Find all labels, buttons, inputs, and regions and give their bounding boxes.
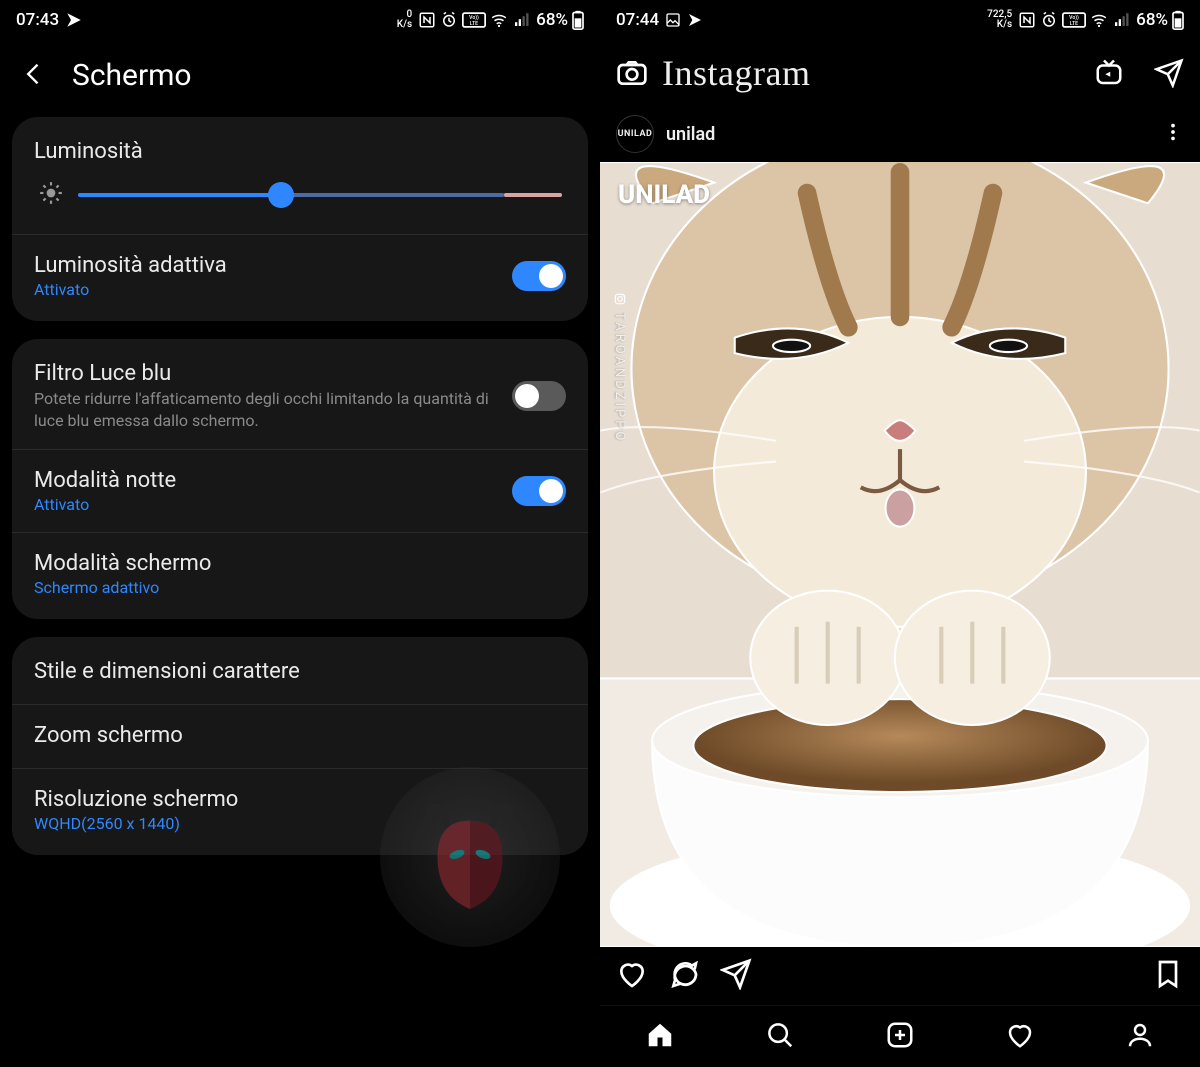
screen-mode-row[interactable]: Modalità schermo Schermo adattivo [12, 532, 588, 615]
post-credit-overlay: TAROANDZIPPO [612, 292, 627, 443]
share-button[interactable] [720, 958, 752, 994]
camera-button[interactable] [616, 57, 648, 89]
settings-header: Schermo [0, 40, 600, 117]
night-mode-row[interactable]: Modalità notte Attivato [12, 449, 588, 532]
brightness-card: Luminosità Luminosità adattiva Attivato [12, 117, 588, 321]
alarm-icon [440, 11, 458, 29]
alarm-icon [1040, 11, 1058, 29]
avatar[interactable]: UNILAD [616, 115, 654, 153]
screen-mode-value: Schermo adattivo [34, 578, 566, 597]
status-time: 07:43 [16, 10, 59, 30]
nav-activity[interactable] [1005, 1020, 1035, 1054]
svg-text:Vo)): Vo)) [1069, 14, 1079, 21]
screen-mode-title: Modalità schermo [34, 551, 566, 576]
adaptive-brightness-status: Attivato [34, 280, 498, 299]
status-battery-pct: 68% [1136, 10, 1168, 30]
status-network-speed: 722,5K/s [987, 10, 1012, 30]
instagram-screen: 07:44 722,5K/s Vo))LTE 68% Instagram [600, 0, 1200, 1067]
direct-message-button[interactable] [1154, 58, 1184, 88]
status-bar: 07:44 722,5K/s Vo))LTE 68% [600, 0, 1200, 40]
screen-zoom-title: Zoom schermo [34, 723, 183, 748]
post-brand-overlay: UNILAD [618, 180, 710, 210]
page-title: Schermo [72, 58, 192, 93]
back-button[interactable] [20, 60, 48, 92]
signal-icon [1112, 11, 1130, 29]
settings-screen: 07:43 0K/s Vo))LTE 68% Schermo Luminosit… [0, 0, 600, 1067]
font-zoom-card: Stile e dimensioni carattere Zoom scherm… [12, 637, 588, 855]
bottom-nav [600, 1005, 1200, 1067]
post-username[interactable]: unilad [666, 124, 715, 145]
status-network-speed: 0K/s [397, 10, 412, 30]
nfc-icon [1018, 11, 1036, 29]
instagram-header: Instagram [600, 40, 1200, 106]
brightness-slider[interactable] [78, 185, 562, 205]
volte-icon: Vo))LTE [462, 12, 486, 28]
font-style-row[interactable]: Stile e dimensioni carattere [12, 641, 588, 704]
status-app-icon [687, 12, 703, 28]
wifi-icon [490, 11, 508, 29]
nav-add[interactable] [885, 1020, 915, 1054]
battery-icon [1172, 10, 1184, 30]
battery-icon [572, 10, 584, 30]
night-mode-status: Attivato [34, 495, 498, 514]
resolution-value: WQHD(2560 x 1440) [34, 814, 566, 833]
adaptive-brightness-title: Luminosità adattiva [34, 253, 498, 278]
adaptive-brightness-toggle[interactable] [512, 261, 566, 291]
nav-home[interactable] [645, 1020, 675, 1054]
nav-profile[interactable] [1125, 1020, 1155, 1054]
blue-light-toggle[interactable] [512, 381, 566, 411]
blue-light-title: Filtro Luce blu [34, 361, 498, 386]
adaptive-brightness-row[interactable]: Luminosità adattiva Attivato [12, 234, 588, 317]
svg-text:LTE: LTE [470, 21, 478, 27]
night-mode-title: Modalità notte [34, 468, 498, 493]
status-image-icon [665, 12, 681, 28]
resolution-title: Risoluzione schermo [34, 787, 566, 812]
post-more-button[interactable] [1162, 121, 1184, 147]
status-app-icon [65, 11, 83, 29]
display-options-card: Filtro Luce blu Potete ridurre l'affatic… [12, 339, 588, 619]
post-actions [600, 947, 1200, 1005]
bookmark-button[interactable] [1152, 958, 1184, 994]
volte-icon: Vo))LTE [1062, 12, 1086, 28]
night-mode-toggle[interactable] [512, 476, 566, 506]
like-button[interactable] [616, 958, 648, 994]
brightness-label: Luminosità [34, 139, 566, 164]
status-bar: 07:43 0K/s Vo))LTE 68% [0, 0, 600, 40]
status-battery-pct: 68% [536, 10, 568, 30]
blue-light-desc: Potete ridurre l'affaticamento degli occ… [34, 388, 498, 431]
font-style-title: Stile e dimensioni carattere [34, 659, 300, 684]
status-time: 07:44 [616, 10, 659, 30]
comment-button[interactable] [668, 958, 700, 994]
resolution-row[interactable]: Risoluzione schermo WQHD(2560 x 1440) [12, 768, 588, 851]
svg-text:LTE: LTE [1070, 21, 1078, 27]
instagram-logo[interactable]: Instagram [662, 52, 810, 94]
screen-zoom-row[interactable]: Zoom schermo [12, 704, 588, 768]
svg-text:Vo)): Vo)) [469, 14, 479, 21]
brightness-row: Luminosità [12, 121, 588, 234]
igtv-button[interactable] [1094, 58, 1124, 88]
brightness-icon [38, 180, 64, 210]
wifi-icon [1090, 11, 1108, 29]
blue-light-row[interactable]: Filtro Luce blu Potete ridurre l'affatic… [12, 343, 588, 449]
nav-search[interactable] [765, 1020, 795, 1054]
signal-icon [512, 11, 530, 29]
post-header[interactable]: UNILAD unilad [600, 106, 1200, 162]
post-media[interactable]: UNILAD TAROANDZIPPO [600, 162, 1200, 947]
nfc-icon [418, 11, 436, 29]
